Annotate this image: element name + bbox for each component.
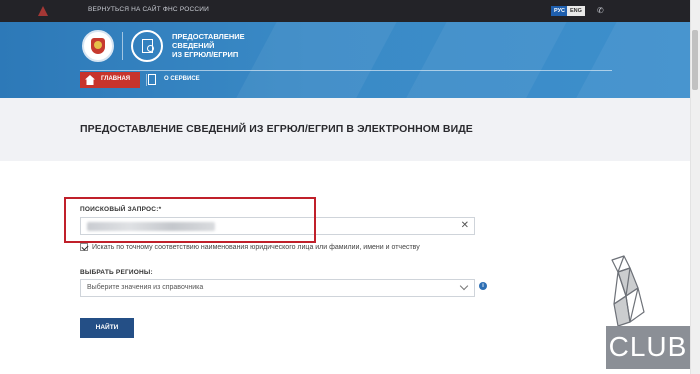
logo-divider: [122, 32, 123, 60]
clear-icon[interactable]: ✕: [461, 220, 469, 232]
magnifier-icon: [147, 45, 154, 52]
service-title-line: СВЕДЕНИЙ: [172, 41, 215, 50]
exact-match-checkbox[interactable]: [80, 243, 88, 251]
region-select[interactable]: Выберите значения из справочника: [80, 279, 475, 297]
nav-home-label: ГЛАВНАЯ: [101, 76, 131, 82]
service-title-line: ПРЕДОСТАВЛЕНИЕ: [172, 32, 245, 41]
site-header: ПРЕДОСТАВЛЕНИЕ СВЕДЕНИЙ ИЗ ЕГРЮЛ/ЕГРИП Г…: [0, 22, 690, 98]
nav-home-tab[interactable]: ГЛАВНАЯ: [80, 72, 140, 88]
document-icon: [148, 74, 156, 85]
emblem-eagle-icon: [94, 41, 102, 49]
red-highlight-frame: [64, 197, 316, 243]
chevron-down-icon: [459, 281, 469, 291]
club-watermark-text: CLUB: [608, 331, 688, 362]
header-decoration: [552, 22, 690, 98]
service-title-line: ИЗ ЕГРЮЛ/ЕГРИП: [172, 50, 239, 59]
lang-ru-button[interactable]: РУС: [551, 6, 568, 16]
page-title: ПРЕДОСТАВЛЕНИЕ СВЕДЕНИЙ ИЗ ЕГРЮЛ/ЕГРИП В…: [80, 123, 473, 135]
back-to-fns-link[interactable]: ВЕРНУТЬСЯ НА САЙТ ФНС РОССИИ: [88, 6, 209, 13]
nav-about-tab[interactable]: О СЕРВИСЕ: [148, 72, 210, 88]
region-placeholder: Выберите значения из справочника: [87, 284, 204, 291]
header-decoration: [382, 22, 578, 98]
scrollbar-thumb[interactable]: [692, 30, 698, 90]
nav-divider: [146, 74, 147, 86]
header-divider: [80, 70, 612, 71]
service-logo-icon[interactable]: [131, 30, 163, 62]
region-label: ВЫБРАТЬ РЕГИОНЫ:: [80, 269, 153, 276]
info-icon[interactable]: i: [479, 282, 487, 290]
find-button-label: НАЙТИ: [95, 324, 119, 331]
lang-en-button[interactable]: ENG: [567, 6, 585, 16]
service-title: ПРЕДОСТАВЛЕНИЕ СВЕДЕНИЙ ИЗ ЕГРЮЛ/ЕГРИП: [172, 32, 245, 59]
origami-bird-icon: [611, 255, 645, 327]
club-watermark: CLUB: [606, 326, 690, 369]
fns-emblem-logo[interactable]: [82, 30, 114, 62]
page-title-band: ПРЕДОСТАВЛЕНИЕ СВЕДЕНИЙ ИЗ ЕГРЮЛ/ЕГРИП В…: [0, 98, 690, 161]
find-button[interactable]: НАЙТИ: [80, 318, 134, 338]
phone-icon[interactable]: ✆: [597, 6, 604, 15]
home-icon: [85, 75, 95, 85]
exact-match-label[interactable]: Искать по точному соответствию наименова…: [92, 244, 420, 251]
nav-about-label: О СЕРВИСЕ: [164, 76, 200, 82]
red-triangle-decoration: [38, 6, 48, 16]
top-bar: ВЕРНУТЬСЯ НА САЙТ ФНС РОССИИ РУС ENG ✆: [0, 0, 700, 22]
